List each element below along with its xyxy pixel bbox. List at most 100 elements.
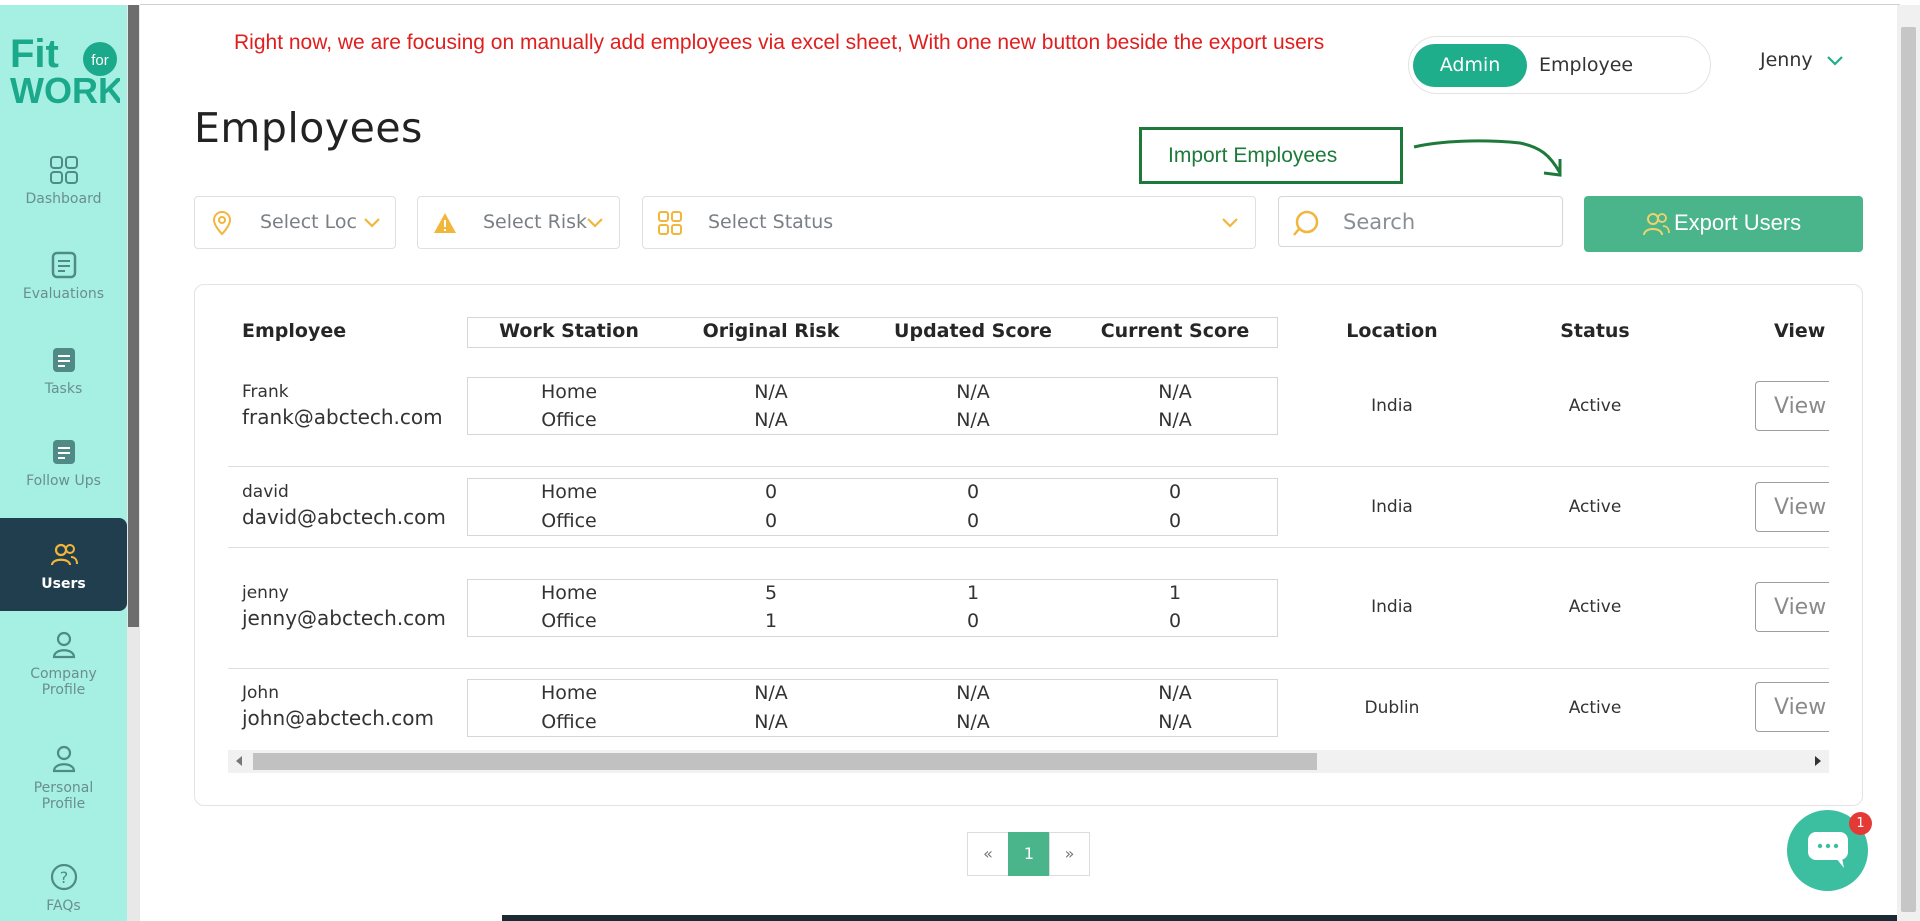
svg-text:?: ? [59, 868, 68, 887]
sidebar-item-dashboard[interactable]: Dashboard [0, 155, 127, 207]
fitforwork-logo[interactable]: Fit for WORK [8, 31, 120, 107]
sidebar-item-faqs[interactable]: ? FAQs [0, 862, 127, 914]
current-score-home: N/A [1158, 682, 1192, 704]
role-employee-button[interactable]: Employee [1539, 44, 1633, 87]
employee-email: john@abctech.com [242, 706, 434, 730]
original-risk-office: N/A [754, 409, 788, 431]
chat-notification-badge: 1 [1849, 812, 1872, 835]
location-value: Dublin [1364, 698, 1420, 718]
sidebar-item-label: Dashboard [25, 191, 102, 207]
users-icon [1643, 213, 1670, 236]
updated-score-office: 0 [966, 510, 980, 532]
work-station-home: Home [540, 481, 598, 503]
column-header-current-score: Current Score [1100, 320, 1250, 342]
sidebar: Fit for WORK Dashboard Evaluations Tasks [0, 5, 127, 921]
location-value: India [1371, 497, 1413, 517]
role-toggle[interactable]: Admin Employee [1408, 36, 1711, 94]
import-employees-annotation: Import Employees [1139, 127, 1403, 184]
column-header-status: Status [1560, 320, 1630, 342]
original-risk-office: 1 [764, 610, 778, 632]
scroll-left-arrow-icon[interactable] [236, 756, 242, 766]
view-button[interactable]: View [1755, 381, 1829, 431]
updated-score-office: N/A [956, 711, 990, 733]
location-filter[interactable]: Select Location [194, 196, 396, 249]
column-header-view: View [1774, 320, 1826, 342]
employee-email: frank@abctech.com [242, 405, 443, 429]
clipboard-icon [51, 251, 76, 279]
chevron-down-icon [1826, 55, 1843, 66]
sidebar-item-follow-ups[interactable]: Follow Ups [0, 437, 127, 489]
page-vertical-scrollbar[interactable] [1897, 5, 1920, 921]
person-icon [52, 631, 75, 659]
bottom-edge-bar [502, 915, 1897, 921]
grid-icon [49, 156, 78, 184]
row-divider [228, 668, 1829, 669]
table-horizontal-scrollbar[interactable] [228, 750, 1829, 773]
view-button[interactable]: View [1755, 482, 1829, 532]
view-button[interactable]: View [1755, 582, 1829, 632]
work-station-home: Home [540, 582, 598, 604]
column-header-location: Location [1346, 320, 1438, 342]
view-button[interactable]: View [1755, 682, 1829, 732]
pagination-page-current[interactable]: 1 [1008, 832, 1050, 876]
work-station-office: Office [541, 610, 597, 632]
sidebar-item-label: Users [41, 576, 86, 592]
sidebar-item-personal-profile[interactable]: Personal Profile [0, 744, 127, 812]
current-score-office: N/A [1158, 711, 1192, 733]
original-risk-home: 0 [764, 481, 778, 503]
risk-filter[interactable]: Select Risk [417, 196, 620, 249]
employee-name: John [242, 683, 279, 703]
sidebar-item-label: Evaluations [22, 286, 105, 302]
sidebar-item-users[interactable]: Users [0, 518, 127, 611]
status-filter[interactable]: Select Status [642, 196, 1256, 249]
sidebar-scrollbar-thumb[interactable] [128, 5, 139, 627]
question-icon: ? [50, 863, 77, 891]
location-value: India [1371, 597, 1413, 617]
employee-name: david [242, 482, 289, 502]
work-station-home: Home [540, 381, 598, 403]
followups-icon [52, 440, 75, 464]
updated-score-home: N/A [956, 381, 990, 403]
sidebar-item-label: Profile [41, 682, 86, 698]
original-risk-home: N/A [754, 682, 788, 704]
current-score-home: N/A [1158, 381, 1192, 403]
original-risk-office: 0 [764, 510, 778, 532]
status-filter-label: Select Status [708, 211, 834, 233]
search-icon [1293, 210, 1319, 236]
sidebar-item-label: Personal [33, 780, 94, 796]
export-users-label: Export Users [1674, 210, 1802, 235]
user-name: Jenny [1760, 49, 1813, 71]
search-box[interactable] [1278, 196, 1563, 247]
pagination-next[interactable]: » [1049, 832, 1090, 876]
original-risk-home: 5 [764, 582, 778, 604]
page-scrollbar-thumb[interactable] [1901, 27, 1916, 912]
role-admin-button[interactable]: Admin [1413, 44, 1527, 87]
scroll-right-arrow-icon[interactable] [1815, 756, 1821, 766]
location-pin-icon [212, 210, 232, 236]
sidebar-item-label: Follow Ups [26, 473, 101, 489]
sidebar-item-label: Tasks [44, 381, 83, 397]
work-station-home: Home [540, 682, 598, 704]
sidebar-item-label: Company [30, 666, 97, 682]
search-input[interactable] [1343, 207, 1543, 237]
chevron-down-icon [587, 218, 603, 228]
employee-email: jenny@abctech.com [242, 606, 446, 630]
table-scrollbar-thumb[interactable] [253, 753, 1317, 770]
chevron-down-icon [1222, 218, 1238, 228]
annotation-arrow-icon [1413, 139, 1562, 177]
status-value: Active [1568, 396, 1622, 416]
sidebar-item-company-profile[interactable]: Company Profile [0, 630, 127, 698]
current-score-home: 1 [1168, 582, 1182, 604]
sidebar-item-evaluations[interactable]: Evaluations [0, 250, 127, 302]
user-menu[interactable]: Jenny [1760, 49, 1843, 71]
export-users-button[interactable]: Export Users [1584, 196, 1863, 252]
sidebar-scrollbar[interactable] [127, 5, 140, 921]
employee-name: Frank [242, 382, 289, 402]
current-score-office: N/A [1158, 409, 1192, 431]
pagination-prev[interactable]: « [967, 832, 1009, 876]
sidebar-item-tasks[interactable]: Tasks [0, 345, 127, 397]
location-filter-label: Select Location [260, 211, 358, 233]
status-value: Active [1568, 497, 1622, 517]
tasks-icon [52, 348, 75, 372]
top-divider [140, 4, 1900, 5]
